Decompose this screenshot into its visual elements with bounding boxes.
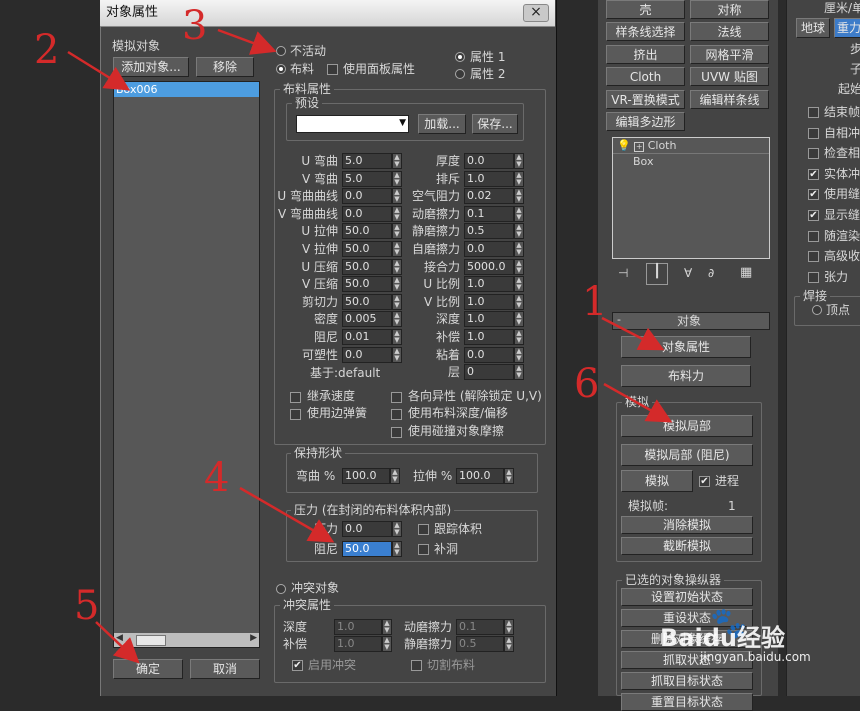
annotation-2: 2 bbox=[34, 27, 60, 73]
baidu-watermark: 🐾 Baidu经验 jingyan.baidu.com bbox=[660, 606, 860, 668]
watermark-url: jingyan.baidu.com bbox=[700, 650, 811, 664]
annotation-6: 6 bbox=[574, 361, 600, 407]
arrow-6 bbox=[603, 382, 673, 423]
arrow-4 bbox=[239, 486, 335, 543]
arrow-1 bbox=[601, 316, 665, 351]
arrow-2 bbox=[67, 50, 131, 91]
watermark-text: Baidu经验 bbox=[660, 624, 785, 652]
annotation-5: 5 bbox=[74, 583, 100, 629]
annotation-4: 4 bbox=[204, 455, 230, 501]
annotation-3: 3 bbox=[182, 3, 208, 49]
arrow-3 bbox=[217, 28, 277, 55]
arrow-5 bbox=[95, 621, 140, 664]
annotation-arrows bbox=[67, 28, 673, 664]
annotation-1: 1 bbox=[582, 279, 608, 325]
